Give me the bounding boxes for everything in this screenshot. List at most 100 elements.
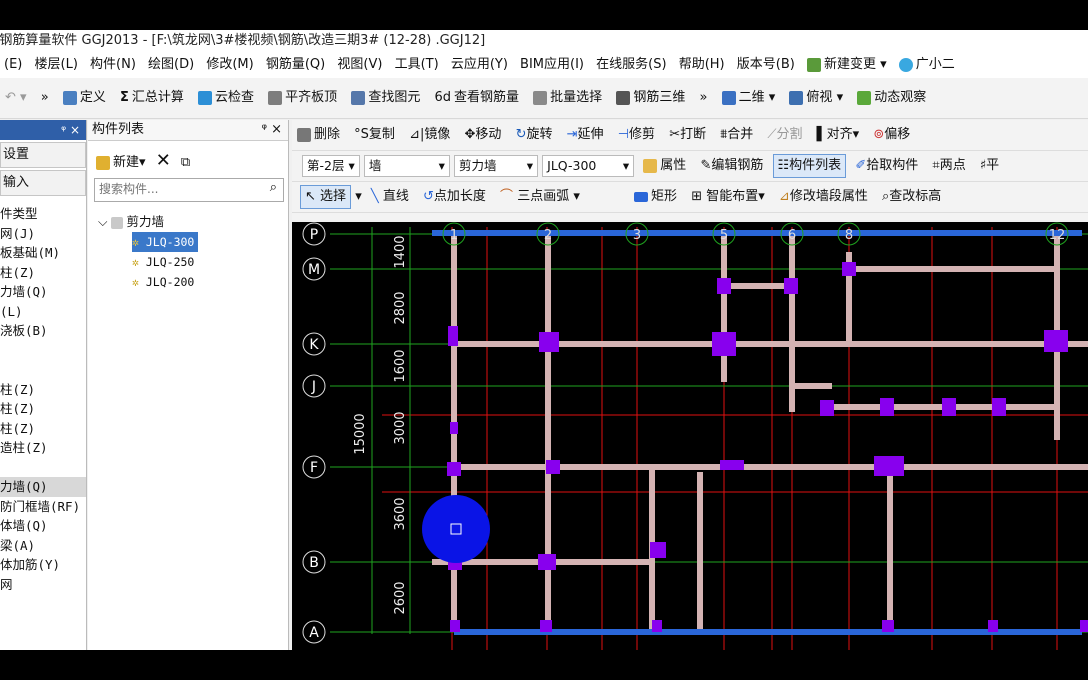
nav-item[interactable]: 网(J) (0, 224, 86, 244)
rotate-button[interactable]: ↻旋转 (511, 120, 558, 150)
nav-item[interactable]: 柱(Z) (0, 399, 86, 419)
menu-assistant[interactable]: 广小二 (895, 52, 959, 78)
delete-button[interactable]: 删除 (292, 120, 345, 150)
edit-rebar-button[interactable]: ✎编辑钢筋 (695, 151, 768, 181)
nav-item[interactable] (0, 458, 86, 478)
find-element-button[interactable]: 查找图元 (346, 78, 425, 118)
modify-wall-props-button[interactable]: ⊿修改墙段属性 (774, 182, 873, 212)
component-search[interactable]: ⌕ (94, 178, 284, 202)
menu-bim[interactable]: BIM应用(I) (516, 52, 588, 78)
tree-item[interactable]: ✲ JLQ-250 (132, 252, 198, 272)
nav-item[interactable]: 造柱(Z) (0, 438, 86, 458)
menu-modify[interactable]: 修改(M) (202, 52, 257, 78)
menu-floor[interactable]: 楼层(L) (31, 52, 82, 78)
split-button[interactable]: ⟋分割 (762, 120, 807, 150)
select-tool[interactable]: ↖ 选择 (300, 184, 352, 209)
input-button[interactable]: 输入 (0, 170, 86, 196)
toolbar-overflow[interactable]: » (36, 78, 54, 118)
align-button[interactable]: ▌对齐▾ (812, 120, 865, 150)
nav-item[interactable] (0, 341, 86, 361)
tree-item[interactable]: ✲ JLQ-300 (132, 232, 199, 252)
category-select[interactable]: 剪力墙 ▾ (454, 154, 538, 177)
toolbar-overflow-2[interactable]: » (694, 78, 712, 118)
three-point-arc-tool[interactable]: ⌒ 三点画弧 ▾ (495, 182, 585, 212)
properties-button[interactable]: 属性 (638, 151, 691, 181)
copy-component-icon[interactable]: ⧉ (181, 155, 190, 170)
menu-view[interactable]: 视图(V) (333, 52, 386, 78)
menu-online[interactable]: 在线服务(S) (592, 52, 670, 78)
menu-rebar-qty[interactable]: 钢筋量(Q) (262, 52, 329, 78)
nav-item[interactable]: 浇板(B) (0, 321, 86, 341)
parallel-button[interactable]: ♯平 (975, 151, 1004, 181)
menu-new-change[interactable]: 新建变更 ▾ (803, 52, 891, 78)
check-elevation-button[interactable]: ⌕查改标高 (877, 182, 946, 212)
nav-item[interactable]: 柱(Z) (0, 419, 86, 439)
nav-item[interactable]: 体墙(Q) (0, 516, 86, 536)
nav-item[interactable]: 力墙(Q) (0, 282, 86, 302)
rebar-3d-button[interactable]: 钢筋三维 (611, 78, 690, 118)
mirror-button[interactable]: ⊿|镜像 (404, 120, 455, 150)
merge-button[interactable]: ⩩合并 (715, 120, 758, 150)
view-rebar-qty-button[interactable]: 6d 查看钢筋量 (429, 78, 524, 118)
floor-select[interactable]: 第-2层 ▾ (302, 154, 360, 177)
menu-cloud[interactable]: 云应用(Y) (447, 52, 512, 78)
delete-component-icon[interactable]: ✕ (156, 150, 171, 171)
pin-icon[interactable]: ᵠ × (61, 120, 80, 140)
menu-edit[interactable]: (E) (0, 52, 26, 78)
align-slab-top-button[interactable]: 平齐板顶 (263, 78, 342, 118)
panel-close-icon[interactable]: ᵠ × (262, 120, 282, 140)
nav-item[interactable]: 力墙(Q) (0, 477, 86, 497)
menu-version[interactable]: 版本号(B) (733, 52, 799, 78)
nav-item[interactable] (0, 360, 86, 380)
beams[interactable] (432, 230, 1082, 635)
nav-item[interactable]: 柱(Z) (0, 263, 86, 283)
nav-item[interactable]: 板基础(M) (0, 243, 86, 263)
nav-item[interactable]: (L) (0, 302, 86, 322)
nav-item[interactable]: 防门框墙(RF) (0, 497, 86, 517)
move-button[interactable]: ✥移动 (460, 120, 507, 150)
menu-draw[interactable]: 绘图(D) (144, 52, 198, 78)
top-view-button[interactable]: 俯视 ▾ (784, 78, 848, 118)
new-component-button[interactable]: 新建▾ (96, 155, 146, 170)
search-input[interactable] (95, 179, 263, 199)
view-2d-button[interactable]: 二维 ▾ (717, 78, 781, 118)
trim-button[interactable]: ⊣修剪 (613, 120, 660, 150)
collapse-icon[interactable]: ⌵ (98, 214, 107, 229)
type-select[interactable]: 墙 ▾ (363, 154, 450, 177)
selected-marker[interactable] (422, 495, 490, 563)
nav-item[interactable]: 网 (0, 575, 86, 595)
orbit-button[interactable]: 动态观察 (852, 78, 931, 118)
search-icon[interactable]: ⌕ (270, 180, 277, 195)
smart-layout-tool[interactable]: ⊞ 智能布置▾ (686, 182, 770, 212)
cloud-check-button[interactable]: 云检查 (193, 78, 259, 118)
component-select[interactable]: JLQ-300 ▾ (542, 154, 635, 177)
nav-item[interactable]: 体加筋(Y) (0, 555, 86, 575)
menu-component[interactable]: 构件(N) (86, 52, 140, 78)
summary-calc-button[interactable]: Σ 汇总计算 (115, 78, 189, 118)
undo-icon[interactable]: ↶ ▾ (0, 78, 32, 118)
drawing-canvas[interactable]: P M K J F B A 1 2 3 5 6 8 12 1400 2800 1600 3000 3600 2600… (292, 222, 1088, 650)
define-label: 定义 (79, 90, 106, 105)
pick-component-button[interactable]: ✐拾取构件 (850, 151, 923, 181)
settings-button[interactable]: 设置 (0, 142, 86, 168)
menu-help[interactable]: 帮助(H) (675, 52, 729, 78)
tree-item[interactable]: ✲ JLQ-200 (132, 272, 198, 292)
define-button[interactable]: 定义 (58, 78, 111, 118)
offset-button[interactable]: ⊚偏移 (868, 120, 915, 150)
tree-root[interactable]: ⌵ 剪力墙 (98, 212, 198, 232)
component-list-toggle[interactable]: ☷构件列表 (772, 153, 847, 178)
rectangle-tool[interactable]: 矩形 (629, 182, 682, 212)
floor-plan[interactable]: PMKJFBA1 2 3 5 6 8 12 140028001600300036002600… (292, 222, 1088, 650)
batch-select-button[interactable]: 批量选择 (528, 78, 607, 118)
nav-item[interactable]: 梁(A) (0, 536, 86, 556)
shear-walls[interactable] (432, 234, 1088, 632)
break-button[interactable]: ✂打断 (664, 120, 711, 150)
line-tool[interactable]: ╲ 直线 (366, 182, 414, 212)
extend-button[interactable]: ⇥延伸 (562, 120, 609, 150)
point-length-tool[interactable]: ↺点加长度 (418, 182, 491, 212)
two-points-button[interactable]: ⌗两点 (927, 151, 970, 181)
nav-item[interactable]: 柱(Z) (0, 380, 86, 400)
menu-tools[interactable]: 工具(T) (391, 52, 443, 78)
copy-button[interactable]: °S复制 (349, 120, 400, 150)
nav-item[interactable]: 件类型 (0, 204, 86, 224)
